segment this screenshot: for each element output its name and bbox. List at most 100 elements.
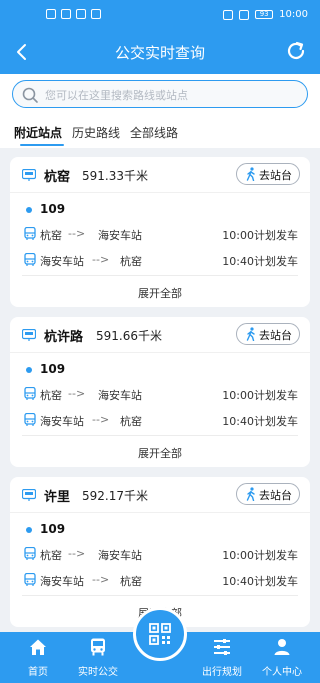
departure-time: 10:40计划发车	[222, 575, 298, 588]
walking-person-icon	[246, 167, 255, 181]
status-bar: 93 10:00	[0, 0, 320, 30]
direction-arrow: -->	[68, 547, 86, 560]
route-number[interactable]: 109	[40, 362, 65, 376]
bus-icon	[24, 547, 36, 560]
direction-arrow: -->	[92, 573, 110, 586]
direction-to: 海安车站	[98, 229, 142, 242]
divider	[22, 595, 298, 596]
bus-stop-sign-icon	[22, 169, 36, 181]
bus-icon	[24, 413, 36, 426]
stop-distance: 591.66千米	[96, 329, 162, 343]
nav-trip-planning-label: 出行规划	[202, 667, 242, 678]
route-dot-icon	[26, 367, 32, 373]
direction-from: 海安车站	[40, 255, 84, 268]
bus-icon	[24, 253, 36, 266]
walking-person-icon	[246, 487, 255, 501]
direction-to: 海安车站	[98, 389, 142, 402]
wifi-icon	[61, 9, 71, 19]
route-direction-row[interactable]: 海安车站 --> 杭窑 10:40计划发车	[10, 411, 310, 429]
stop-name: 许里	[44, 490, 71, 505]
nav-trip-planning[interactable]: 出行规划	[190, 632, 254, 683]
user-icon	[274, 639, 290, 655]
departure-time: 10:00计划发车	[222, 229, 298, 242]
direction-to: 海安车站	[98, 549, 142, 562]
stop-card: 杭许路 591.66千米 去站台 109 杭窑 --> 海安车站 10:00计划…	[10, 317, 310, 467]
stop-card-header: 杭许路 591.66千米 去站台	[10, 317, 310, 353]
route-dot-icon	[26, 207, 32, 213]
go-to-stop-button[interactable]: 去站台	[236, 483, 300, 505]
direction-from: 杭窑	[40, 229, 62, 242]
route-direction-row[interactable]: 杭窑 --> 海安车站 10:00计划发车	[10, 385, 310, 403]
qr-scan-icon	[149, 623, 171, 645]
route-number[interactable]: 109	[40, 522, 65, 536]
direction-to: 杭窑	[120, 415, 142, 428]
message-icon	[91, 9, 101, 19]
stop-distance: 591.33千米	[82, 169, 148, 183]
stop-name: 杭许路	[44, 330, 84, 345]
direction-arrow: -->	[68, 387, 86, 400]
nav-realtime-bus[interactable]: 实时公交	[66, 632, 130, 683]
go-to-stop-label: 去站台	[259, 169, 292, 182]
home-icon	[30, 639, 46, 655]
tab-nearby-stops[interactable]: 附近站点	[14, 124, 62, 141]
refresh-icon[interactable]	[284, 39, 308, 63]
go-to-stop-label: 去站台	[259, 329, 292, 342]
bus-icon	[24, 573, 36, 586]
stop-card-header: 杭窑 591.33千米 去站台	[10, 157, 310, 193]
route-direction-row[interactable]: 杭窑 --> 海安车站 10:00计划发车	[10, 545, 310, 563]
scan-qr-button[interactable]	[133, 607, 187, 661]
direction-from: 海安车站	[40, 415, 84, 428]
walking-person-icon	[246, 327, 255, 341]
nav-bar: 公交实时查询	[0, 30, 320, 74]
route-direction-row[interactable]: 海安车站 --> 杭窑 10:40计划发车	[10, 251, 310, 269]
stop-card-header: 许里 592.17千米 去站台	[10, 477, 310, 513]
departure-time: 10:00计划发车	[222, 549, 298, 562]
go-to-stop-button[interactable]: 去站台	[236, 323, 300, 345]
departure-time: 10:40计划发车	[222, 255, 298, 268]
stop-name: 杭窑	[44, 170, 71, 185]
nav-home-label: 首页	[28, 667, 48, 678]
sim-signal-icon	[46, 9, 56, 19]
tab-all-routes[interactable]: 全部线路	[130, 124, 178, 141]
departure-time: 10:00计划发车	[222, 389, 298, 402]
tab-history-routes[interactable]: 历史路线	[72, 124, 120, 141]
divider	[22, 435, 298, 436]
nav-home[interactable]: 首页	[6, 632, 70, 683]
alarm-icon	[239, 9, 250, 20]
bus-stop-sign-icon	[22, 489, 36, 501]
nav-realtime-bus-label: 实时公交	[78, 667, 118, 678]
departure-time: 10:40计划发车	[222, 415, 298, 428]
stop-distance: 592.17千米	[82, 489, 148, 503]
divider	[22, 275, 298, 276]
route-direction-row[interactable]: 杭窑 --> 海安车站 10:00计划发车	[10, 225, 310, 243]
direction-arrow: -->	[68, 227, 86, 240]
expand-all-button[interactable]: 展开全部	[10, 445, 310, 461]
tab-bar: 附近站点 历史路线 全部线路	[0, 120, 320, 148]
status-time: 10:00	[279, 9, 308, 20]
active-tab-indicator	[20, 144, 64, 146]
route-number[interactable]: 109	[40, 202, 65, 216]
expand-all-button[interactable]: 展开全部	[10, 285, 310, 301]
status-icons-left	[46, 9, 101, 19]
go-to-stop-button[interactable]: 去站台	[236, 163, 300, 185]
nav-profile-label: 个人中心	[262, 667, 302, 678]
search-area	[0, 74, 320, 120]
stop-card: 许里 592.17千米 去站台 109 杭窑 --> 海安车站 10:00计划发…	[10, 477, 310, 627]
bus-icon	[91, 638, 105, 656]
sliders-icon	[214, 639, 230, 655]
direction-arrow: -->	[92, 413, 110, 426]
search-box[interactable]	[12, 80, 308, 108]
direction-to: 杭窑	[120, 575, 142, 588]
nav-profile[interactable]: 个人中心	[250, 632, 314, 683]
bluetooth-icon	[223, 9, 234, 20]
status-icons-right: 93 10:00	[223, 9, 308, 20]
bus-icon	[24, 227, 36, 240]
stop-card: 杭窑 591.33千米 去站台 109 杭窑 --> 海安车站 10:00计划发…	[10, 157, 310, 307]
go-to-stop-label: 去站台	[259, 489, 292, 502]
direction-from: 杭窑	[40, 389, 62, 402]
direction-from: 杭窑	[40, 549, 62, 562]
page-title: 公交实时查询	[114, 44, 205, 62]
search-input[interactable]	[45, 85, 295, 105]
route-direction-row[interactable]: 海安车站 --> 杭窑 10:40计划发车	[10, 571, 310, 589]
location-icon	[76, 9, 86, 19]
